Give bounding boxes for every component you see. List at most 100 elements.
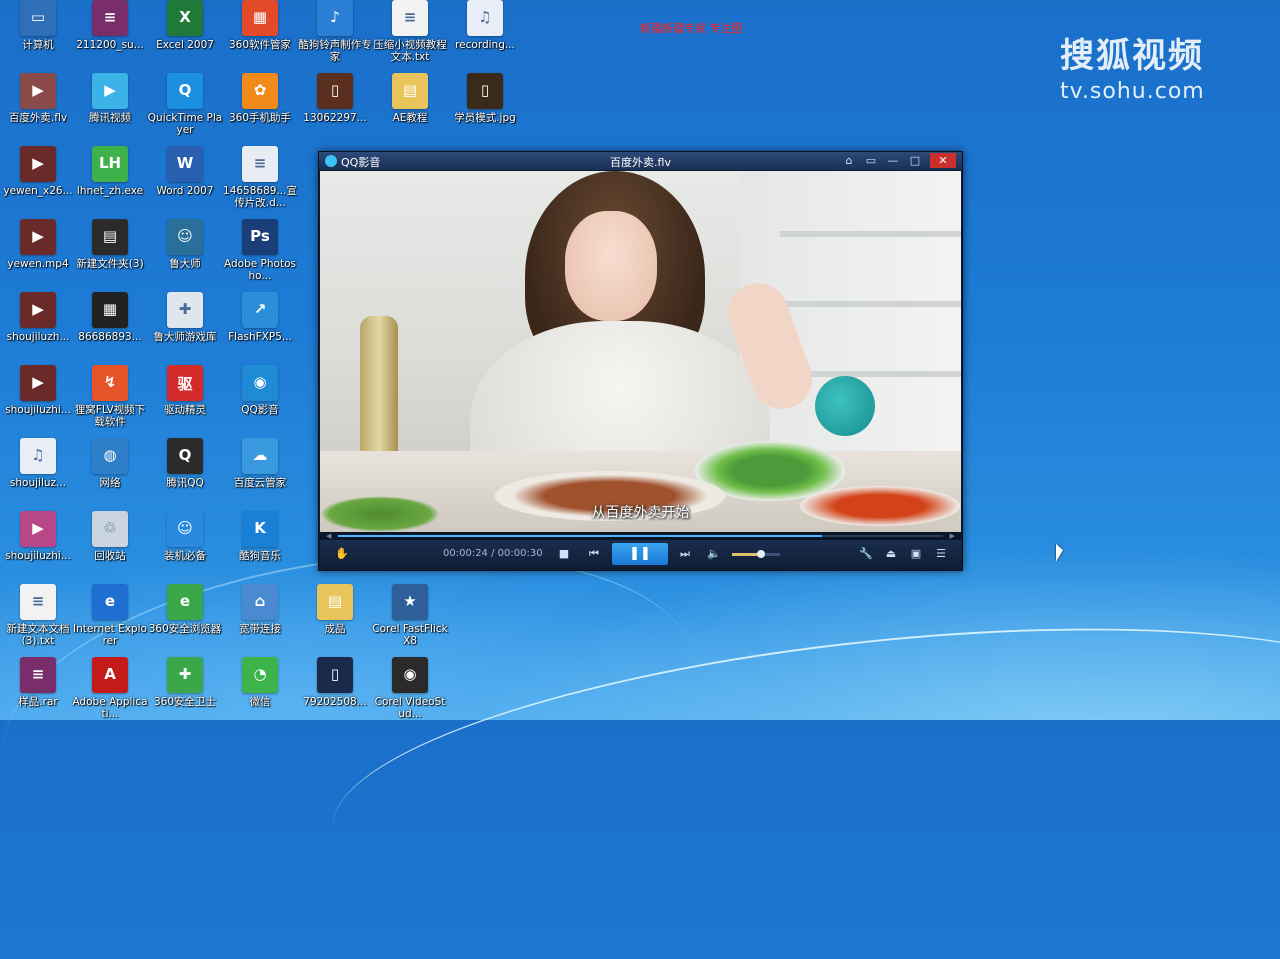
pause-button[interactable]: ❚❚ [612,543,668,565]
qq-player-window[interactable]: QQ影音 百度外卖.flv ⌂ ▭ — □ ✕ 从百度外卖开始 ◀ ▶ ✋ 00… [318,151,963,571]
seek-forward-icon[interactable]: ▶ [950,532,955,540]
close-icon[interactable]: ✕ [930,153,956,168]
desktop-app-icon-glyph: ▶ [32,373,44,391]
desktop-icon[interactable]: ▶ shoujiluzhi... [0,511,76,562]
desktop-app-icon: Q [167,73,203,109]
desktop-icon[interactable]: ◉ Corel VideoStud... [372,657,448,720]
desktop-icon[interactable]: ♫ shoujiluz... [0,438,76,489]
desktop-app-icon-glyph: ☁ [252,446,268,464]
desktop-icon[interactable]: ▶ 百度外卖.flv [0,73,76,124]
video-frame[interactable]: 从百度外卖开始 [320,171,961,532]
minimize-icon[interactable]: — [884,153,902,168]
player-titlebar[interactable]: QQ影音 百度外卖.flv ⌂ ▭ — □ ✕ [319,152,962,170]
stop-icon[interactable]: ■ [556,546,572,562]
desktop-icon[interactable]: ⌂ 宽带连接 [222,584,298,635]
desktop-icon-label: 酷狗铃声制作专家 [298,39,372,63]
volume-icon[interactable]: 🔈 [706,546,722,562]
desktop-app-icon-glyph: ▶ [32,81,44,99]
desktop-icon[interactable]: ✚ 360安全卫士 [147,657,223,708]
desktop-icon[interactable]: e 360安全浏览器 [147,584,223,635]
desktop-app-icon: ♫ [467,0,503,36]
desktop-icon[interactable]: ▶ shoujiluzh... [0,292,76,343]
desktop-icon[interactable]: W Word 2007 [147,146,223,197]
desktop-icon[interactable]: ▭ 计算机 [0,0,76,51]
eject-icon[interactable]: ⏏ [883,546,899,562]
desktop-icon[interactable]: ▦ 86686893... [72,292,148,343]
desktop-icon[interactable]: ♫ recording... [447,0,523,51]
desktop-icon[interactable]: A Adobe Applicati... [72,657,148,720]
seek-back-icon[interactable]: ◀ [326,532,331,540]
desktop-app-icon: ★ [392,584,428,620]
desktop-icon[interactable]: ☁ 百度云管家 [222,438,298,489]
desktop-icon[interactable]: X Excel 2007 [147,0,223,51]
desktop-icon[interactable]: ♪ 酷狗铃声制作专家 [297,0,373,63]
wrench-icon[interactable]: 🔧 [858,546,874,562]
desktop-app-icon: ↯ [92,365,128,401]
desktop-icon[interactable]: ≡ 211200_su... [72,0,148,51]
next-icon[interactable]: ⏭ [677,546,693,562]
desktop-icon[interactable]: ✿ 360手机助手 [222,73,298,124]
desktop-icon[interactable]: ≡ 样品.rar [0,657,76,708]
desktop-app-icon-glyph: ▶ [104,81,116,99]
desktop-app-icon: ▤ [92,219,128,255]
desktop-icon-label: 86686893... [78,331,142,343]
desktop-icon-label: 360安全卫士 [153,696,217,708]
time-display: 00:00:24 / 00:00:30 [443,548,543,559]
desktop-icon-label: 13062297... [303,112,367,124]
screenshot-icon[interactable]: ▣ [908,546,924,562]
desktop-icon[interactable]: ≡ 压缩小视频教程文本.txt [372,0,448,63]
desktop-icon[interactable]: ▦ 360软件管家 [222,0,298,51]
desktop-icon[interactable]: ▯ 学员模式.jpg [447,73,523,124]
desktop-app-icon: ▤ [392,73,428,109]
desktop-app-icon-glyph: ≡ [31,592,45,610]
seek-bar[interactable]: ◀ ▶ [320,532,961,540]
desktop-icon[interactable]: e Internet Explorer [72,584,148,647]
desktop-icon[interactable]: ▤ AE教程 [372,73,448,124]
desktop-icon-label: 计算机 [22,39,54,51]
maximize-icon[interactable]: □ [906,153,924,168]
desktop-icon[interactable]: ≡ 新建文本文档(3).txt [0,584,76,647]
volume-slider[interactable] [732,550,780,558]
seek-track[interactable] [338,535,943,537]
desktop-icon[interactable]: ▯ 13062297... [297,73,373,124]
desktop-icon[interactable]: ↯ 狸窝FLV视频下载软件 [72,365,148,428]
desktop-icon[interactable]: ☺ 鲁大师 [147,219,223,270]
skin-icon[interactable]: ⌂ [840,153,858,168]
desktop-icon[interactable]: ◍ 网络 [72,438,148,489]
desktop-icon[interactable]: ▯ 79202508... [297,657,373,708]
desktop-icon[interactable]: ≡ 14658689...宣传片改.d... [222,146,298,209]
desktop-icon[interactable]: LH lhnet_zh.exe [72,146,148,197]
desktop-icon[interactable]: ☺ 装机必备 [147,511,223,562]
volume-knob[interactable] [756,550,765,558]
desktop-app-icon: ▦ [92,292,128,328]
desktop-icon-label: 79202508... [303,696,367,708]
desktop-icon[interactable]: Q QuickTime Player [147,73,223,136]
desktop-icon[interactable]: ▶ yewen_x26... [0,146,76,197]
desktop-icon-label: shoujiluzhi... [5,550,71,562]
desktop-app-icon: ▦ [242,0,278,36]
desktop-app-icon-glyph: ≡ [103,8,117,26]
desktop-icon[interactable]: ▶ shoujiluzhi... [0,365,76,416]
desktop-icon-label: Corel VideoStud... [374,696,446,720]
desktop-icon[interactable]: ▤ 成品 [297,584,373,635]
desktop-icon[interactable]: ▤ 新建文件夹(3) [72,219,148,270]
desktop-icon[interactable]: ★ Corel FastFlick X8 [372,584,448,647]
desktop-icon[interactable]: Ps Adobe Photosho... [222,219,298,282]
desktop-icon[interactable]: Q 腾讯QQ [147,438,223,489]
hand-icon[interactable]: ✋ [334,546,350,562]
desktop-app-icon-glyph: ▤ [102,227,118,245]
desktop-icon[interactable]: ◔ 微信 [222,657,298,708]
desktop-icon[interactable]: ♲ 回收站 [72,511,148,562]
desktop-icon[interactable]: K 酷狗音乐 [222,511,298,562]
previous-icon[interactable]: ⏮ [586,546,602,562]
desktop-icon[interactable]: ◉ QQ影音 [222,365,298,416]
desktop-icon[interactable]: 驱驱动精灵 [147,365,223,416]
desktop-app-icon-glyph: e [179,592,191,610]
desktop-icon[interactable]: ▶ 腾讯视频 [72,73,148,124]
desktop-icon[interactable]: ↗ FlashFXP5... [222,292,298,343]
playlist-icon[interactable]: ☰ [933,546,949,562]
mini-mode-icon[interactable]: ▭ [862,153,880,168]
desktop-icon[interactable]: ▶ yewen.mp4 [0,219,76,270]
desktop-icon[interactable]: ✚ 鲁大师游戏库 [147,292,223,343]
desktop-app-icon-glyph: ☺ [177,227,193,245]
